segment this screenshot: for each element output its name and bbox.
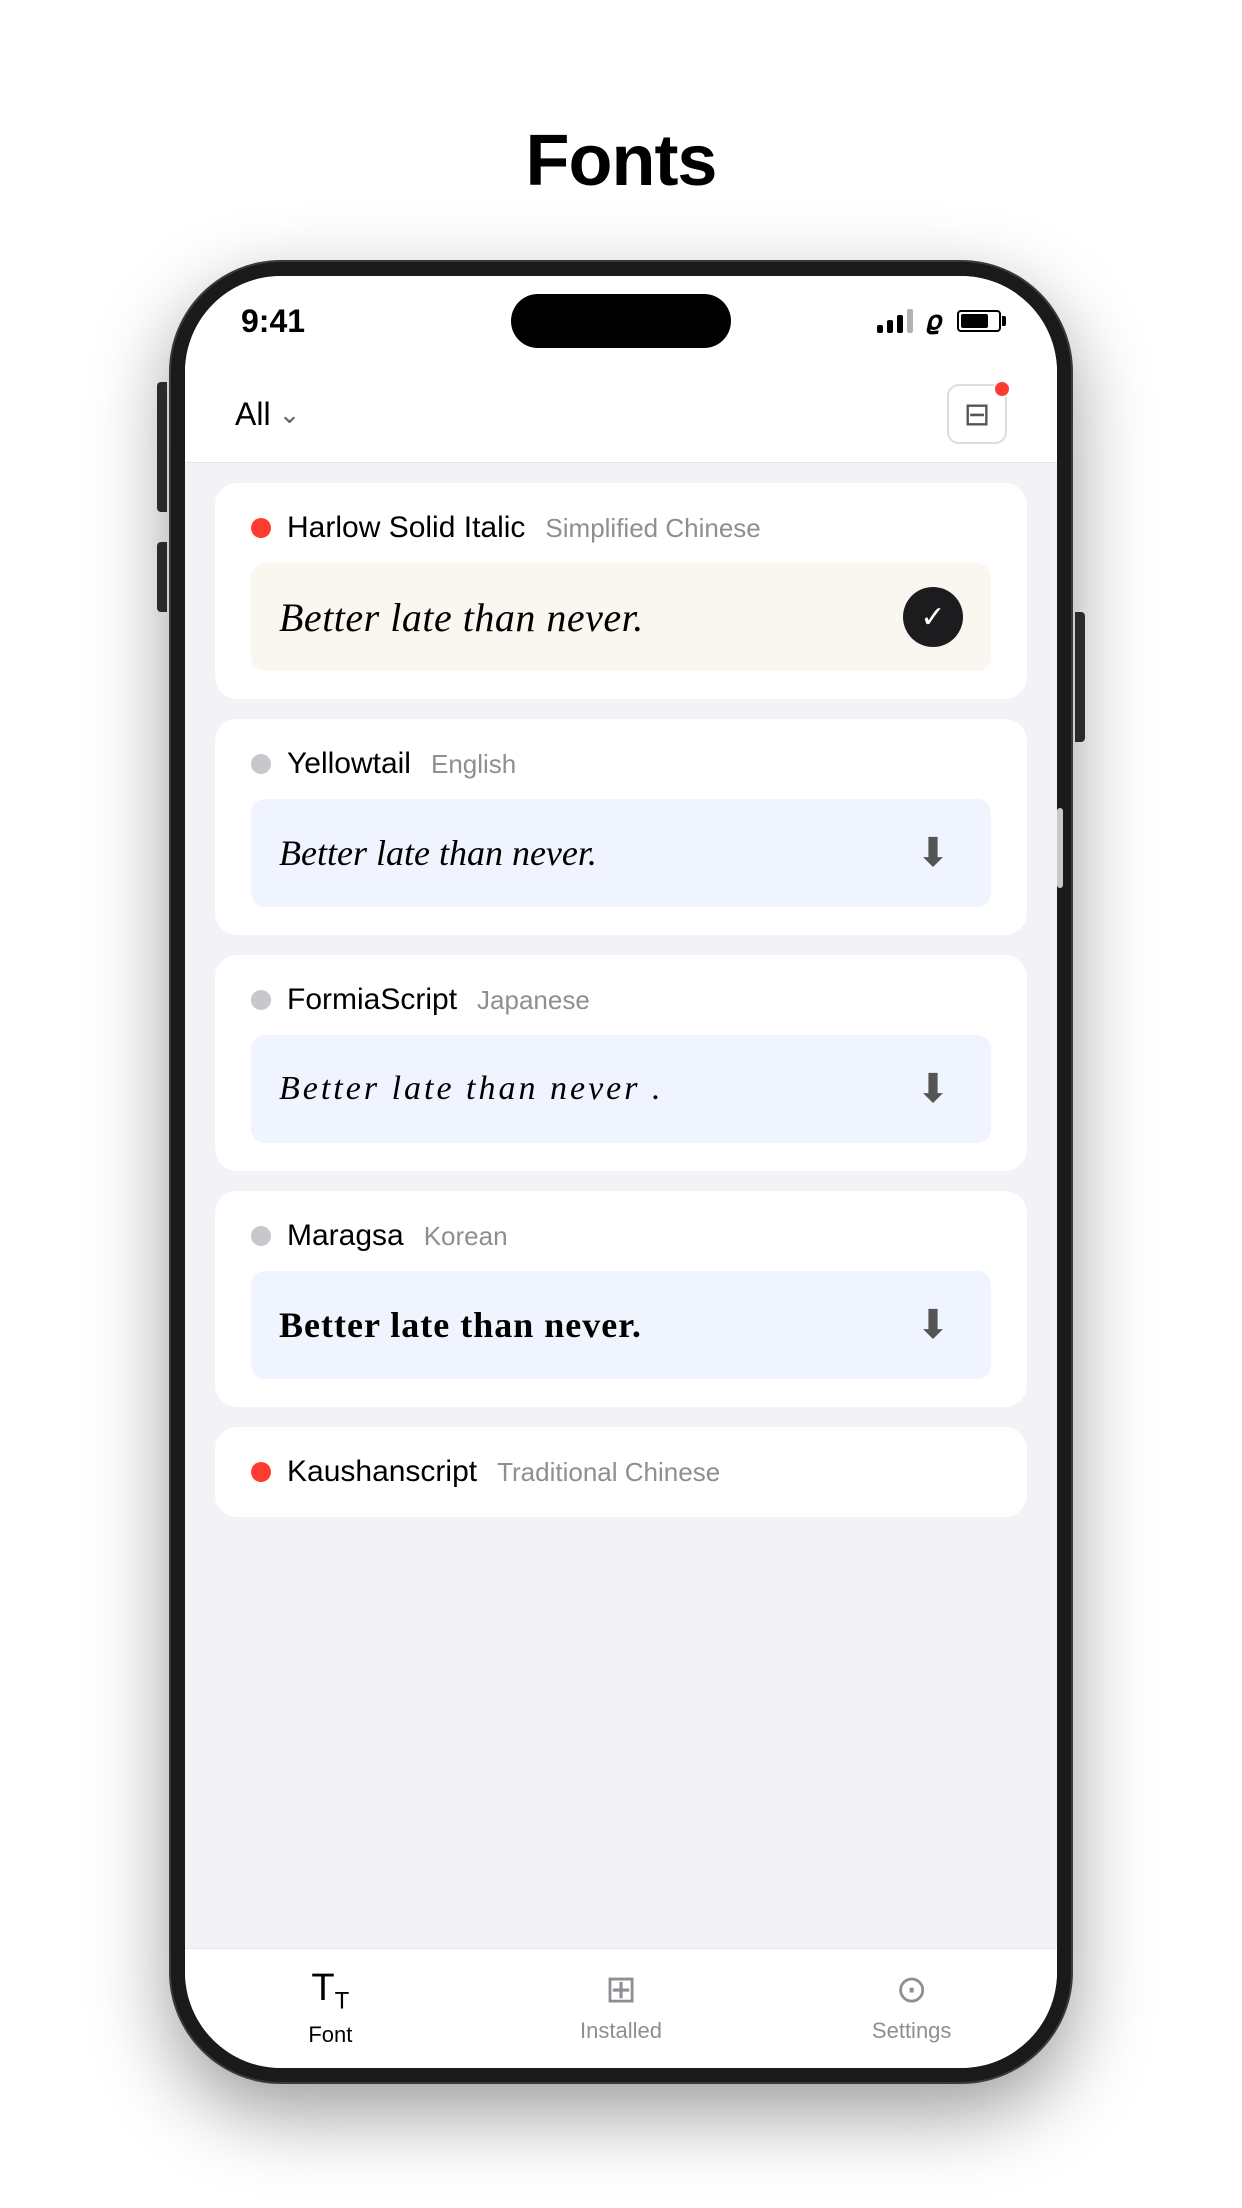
wifi-icon: 𝝔: [927, 305, 943, 337]
download-icon-maragsa: ⬇: [916, 1302, 950, 1348]
nav-label-installed: Installed: [580, 2018, 662, 2044]
font-preview-maragsa[interactable]: Better late than never. ⬇: [251, 1271, 991, 1379]
font-language-maragsa: Korean: [424, 1221, 508, 1252]
font-preview-formia[interactable]: Better late than never . ⬇: [251, 1035, 991, 1143]
download-button-formia[interactable]: ⬇: [903, 1059, 963, 1119]
font-language-harlow: Simplified Chinese: [545, 513, 760, 544]
font-name-harlow: Harlow Solid Italic: [287, 511, 525, 545]
font-header-harlow: Harlow Solid Italic Simplified Chinese: [251, 511, 991, 545]
settings-nav-icon: ⊙: [896, 1967, 928, 2012]
nav-label-settings: Settings: [872, 2018, 952, 2044]
signal-bars-icon: [877, 309, 913, 333]
font-preview-harlow[interactable]: Better late than never. ✓: [251, 563, 991, 671]
font-language-kaushanscript: Traditional Chinese: [497, 1457, 720, 1488]
font-language-yellowtail: English: [431, 749, 516, 780]
font-header-maragsa: Maragsa Korean: [251, 1219, 991, 1253]
filter-label: All: [235, 396, 271, 433]
preview-text-maragsa: Better late than never.: [279, 1304, 642, 1346]
download-icon-formia: ⬇: [916, 1066, 950, 1112]
scroll-indicator: [1057, 808, 1063, 888]
font-name-formia: FormiaScript: [287, 983, 457, 1017]
dynamic-island: [511, 294, 731, 348]
page-title: Fonts: [526, 120, 717, 202]
status-icons: 𝝔: [877, 305, 1001, 337]
checkmark-button[interactable]: ✓: [903, 587, 963, 647]
battery-icon: [957, 310, 1001, 332]
status-time: 9:41: [241, 303, 305, 340]
nav-label-font: Font: [308, 2022, 352, 2048]
nav-item-settings[interactable]: ⊙ Settings: [766, 1967, 1057, 2044]
installed-nav-icon: ⊞: [605, 1967, 637, 2012]
preview-text-yellowtail: Better late than never.: [279, 832, 597, 874]
nav-item-font[interactable]: TT Font: [185, 1967, 476, 2048]
phone-wrapper: 9:41 𝝔 All ⌄ ⊟: [171, 262, 1071, 2082]
download-button-maragsa[interactable]: ⬇: [903, 1295, 963, 1355]
font-name-kaushanscript: Kaushanscript: [287, 1455, 477, 1489]
font-card-maragsa[interactable]: Maragsa Korean Better late than never. ⬇: [215, 1191, 1027, 1407]
font-name-maragsa: Maragsa: [287, 1219, 404, 1253]
font-header-yellowtail: Yellowtail English: [251, 747, 991, 781]
status-dot-kaushanscript: [251, 1462, 271, 1482]
notification-dot: [993, 380, 1011, 398]
font-language-formia: Japanese: [477, 985, 590, 1016]
toolbar: All ⌄ ⊟: [185, 366, 1057, 463]
font-card-harlow[interactable]: Harlow Solid Italic Simplified Chinese B…: [215, 483, 1027, 699]
font-card-formia[interactable]: FormiaScript Japanese Better late than n…: [215, 955, 1027, 1171]
status-dot-installed: [251, 518, 271, 538]
download-button-yellowtail[interactable]: ⬇: [903, 823, 963, 883]
status-bar: 9:41 𝝔: [185, 276, 1057, 366]
status-dot-formia: [251, 990, 271, 1010]
download-icon: ⬇: [916, 830, 950, 876]
nav-item-installed[interactable]: ⊞ Installed: [476, 1967, 767, 2044]
phone-screen: 9:41 𝝔 All ⌄ ⊟: [185, 276, 1057, 2068]
status-dot-maragsa: [251, 1226, 271, 1246]
filter-button[interactable]: All ⌄: [235, 396, 300, 433]
bookmark-icon: ⊟: [964, 395, 991, 433]
font-card-yellowtail[interactable]: Yellowtail English Better late than neve…: [215, 719, 1027, 935]
scroll-area[interactable]: Harlow Solid Italic Simplified Chinese B…: [185, 463, 1057, 1948]
chevron-down-icon: ⌄: [279, 399, 301, 430]
font-header-kaushanscript: Kaushanscript Traditional Chinese: [251, 1455, 991, 1489]
preview-text-harlow: Better late than never.: [279, 594, 644, 641]
bookmark-button[interactable]: ⊟: [947, 384, 1007, 444]
font-nav-icon: TT: [311, 1967, 349, 2016]
font-preview-yellowtail[interactable]: Better late than never. ⬇: [251, 799, 991, 907]
checkmark-icon: ✓: [920, 600, 945, 635]
font-card-kaushanscript[interactable]: Kaushanscript Traditional Chinese: [215, 1427, 1027, 1517]
status-dot-not-installed: [251, 754, 271, 774]
font-name-yellowtail: Yellowtail: [287, 747, 411, 781]
preview-text-formia: Better late than never .: [279, 1070, 664, 1108]
bottom-nav: TT Font ⊞ Installed ⊙ Settings: [185, 1948, 1057, 2068]
font-header-formia: FormiaScript Japanese: [251, 983, 991, 1017]
